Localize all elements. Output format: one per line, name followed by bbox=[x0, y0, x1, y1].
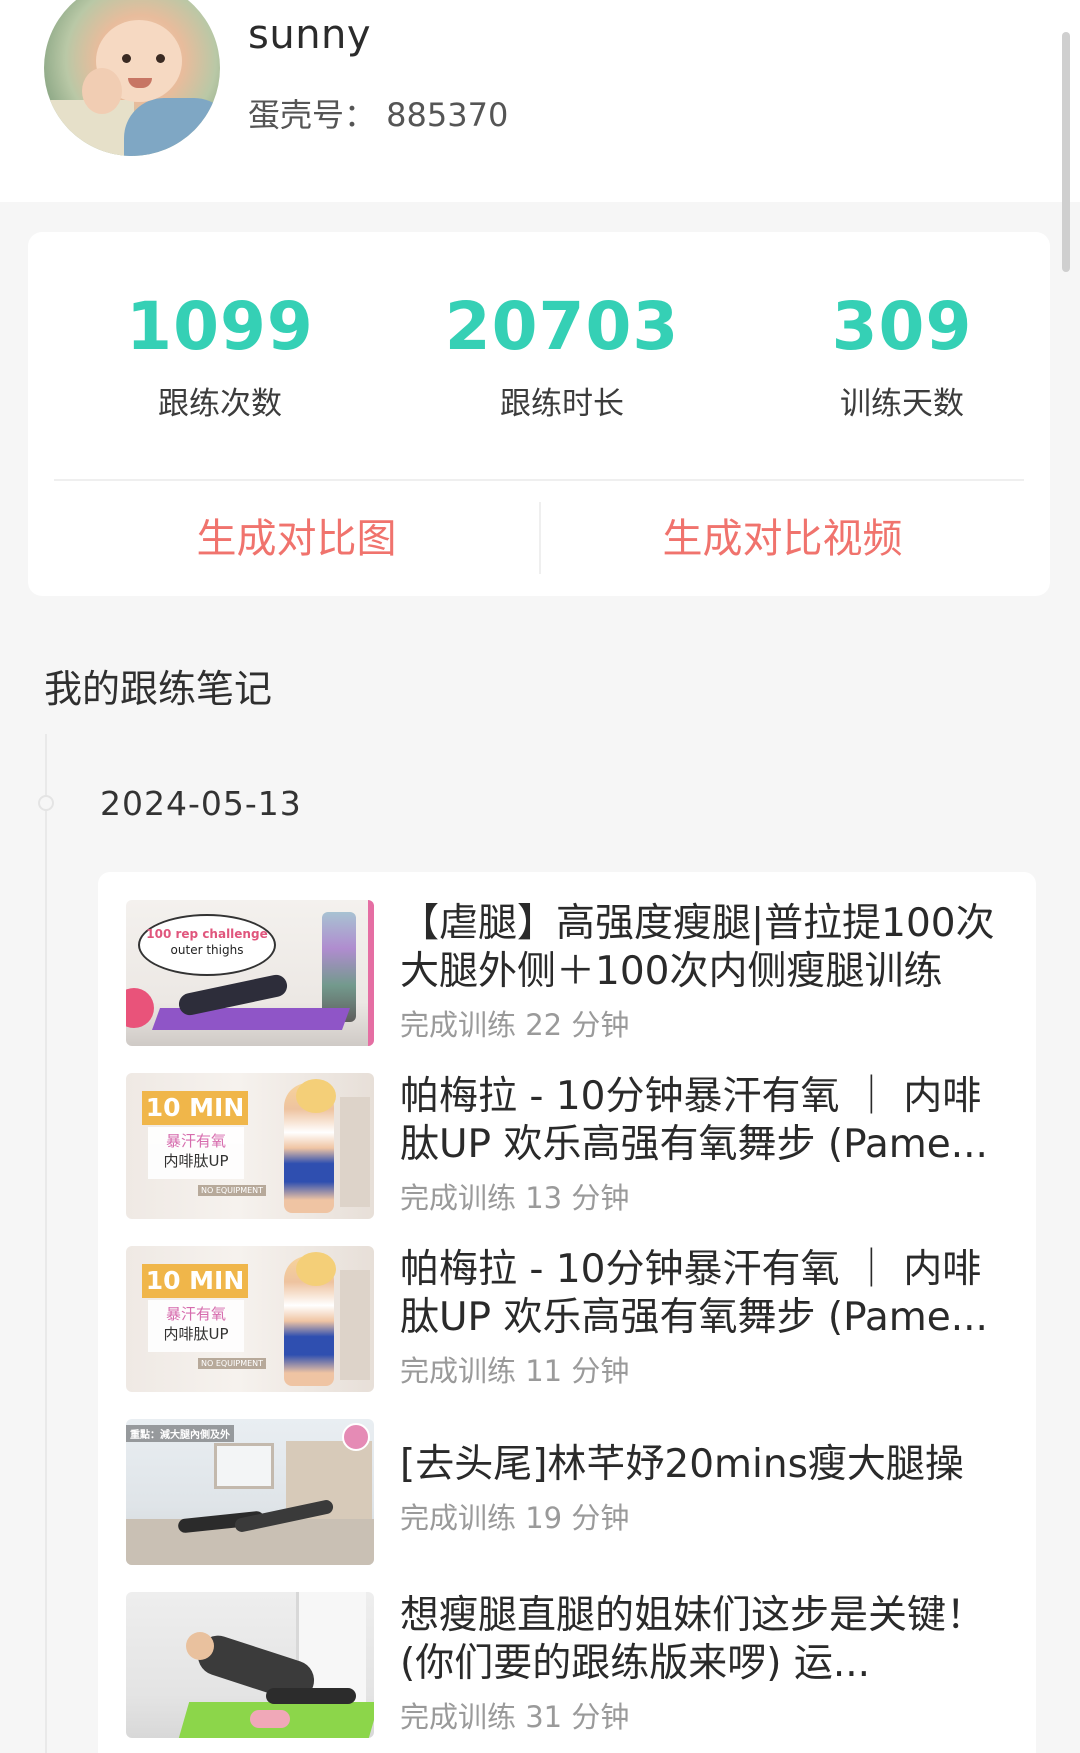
username: sunny bbox=[248, 12, 372, 58]
stat-value: 309 bbox=[831, 288, 973, 365]
stat-label: 训练天数 bbox=[840, 386, 964, 422]
note-duration: 完成训练 13 分钟 bbox=[400, 1181, 630, 1215]
video-thumbnail[interactable]: 10 MIN 暴汗有氧 内啡肽UP NO EQUIPMENT bbox=[126, 1073, 374, 1219]
section-title: 我的跟练笔记 bbox=[44, 667, 273, 711]
thumbnail-caption: NO EQUIPMENT bbox=[198, 1358, 267, 1369]
stats-card: 1099 跟练次数 20703 跟练时长 309 训练天数 生成对比图 生成对比… bbox=[28, 232, 1050, 596]
thumbnail-caption: NO EQUIPMENT bbox=[198, 1185, 267, 1196]
note-duration: 完成训练 22 分钟 bbox=[400, 1008, 630, 1042]
thumbnail-caption: 10 MIN bbox=[142, 1264, 248, 1298]
avatar[interactable] bbox=[44, 0, 220, 156]
thumbnail-caption: 10 MIN bbox=[142, 1091, 248, 1125]
egg-id: 蛋壳号： 885370 bbox=[248, 96, 509, 134]
thumbnail-caption: 暴汗有氧 内啡肽UP bbox=[148, 1127, 244, 1179]
stat-value: 1099 bbox=[126, 288, 314, 365]
timeline-line bbox=[45, 734, 47, 1753]
thumbnail-caption: 重點：減大腿內側及外 bbox=[126, 1425, 234, 1442]
stat-follow-count: 1099 跟练次数 bbox=[60, 288, 380, 423]
notes-card: 100 rep challenge outer thighs 【虐腿】高强度瘦腿… bbox=[98, 872, 1036, 1753]
list-item[interactable]: 10 MIN 暴汗有氧 内啡肽UP NO EQUIPMENT 帕梅拉 - 10分… bbox=[126, 1246, 1022, 1392]
list-item[interactable]: 重點：減大腿內側及外 [去头尾]林芊妤20mins瘦大腿操 完成训练 19 分钟 bbox=[126, 1419, 1022, 1565]
generate-compare-image-button[interactable]: 生成对比图 bbox=[54, 500, 539, 578]
list-item[interactable]: 想瘦腿直腿的姐妹们这步是关键！(你们要的跟练版来啰) 运... 完成训练 31 … bbox=[126, 1592, 1022, 1738]
note-title[interactable]: 帕梅拉 - 10分钟暴汗有氧 ｜ 内啡肽UP 欢乐高强有氧舞步 (Pame... bbox=[400, 1246, 1020, 1342]
video-thumbnail[interactable]: 10 MIN 暴汗有氧 内啡肽UP NO EQUIPMENT bbox=[126, 1246, 374, 1392]
video-thumbnail[interactable] bbox=[126, 1592, 374, 1738]
note-duration: 完成训练 19 分钟 bbox=[400, 1501, 630, 1535]
stat-follow-duration: 20703 跟练时长 bbox=[402, 288, 722, 423]
thumbnail-caption: 100 rep challenge outer thighs bbox=[138, 914, 276, 976]
stat-label: 跟练次数 bbox=[158, 386, 282, 422]
note-title[interactable]: 帕梅拉 - 10分钟暴汗有氧 ｜ 内啡肽UP 欢乐高强有氧舞步 (Pame... bbox=[400, 1073, 1020, 1169]
note-duration: 完成训练 11 分钟 bbox=[400, 1354, 630, 1388]
profile-header: sunny 蛋壳号： 885370 bbox=[0, 0, 1080, 202]
stat-training-days: 309 训练天数 bbox=[742, 288, 1062, 423]
video-thumbnail[interactable]: 重點：減大腿內側及外 bbox=[126, 1419, 374, 1565]
video-thumbnail[interactable]: 100 rep challenge outer thighs bbox=[126, 900, 374, 1046]
channel-logo-icon bbox=[342, 1423, 370, 1451]
stat-label: 跟练时长 bbox=[500, 386, 624, 422]
timeline-dot bbox=[38, 795, 54, 811]
generate-compare-video-button[interactable]: 生成对比视频 bbox=[541, 500, 1024, 578]
note-date: 2024-05-13 bbox=[100, 784, 302, 823]
divider bbox=[54, 479, 1024, 481]
stat-value: 20703 bbox=[444, 288, 680, 365]
list-item[interactable]: 100 rep challenge outer thighs 【虐腿】高强度瘦腿… bbox=[126, 900, 1022, 1046]
thumbnail-caption: 暴汗有氧 内啡肽UP bbox=[148, 1300, 244, 1352]
list-item[interactable]: 10 MIN 暴汗有氧 内啡肽UP NO EQUIPMENT 帕梅拉 - 10分… bbox=[126, 1073, 1022, 1219]
note-title[interactable]: 【虐腿】高强度瘦腿|普拉提100次大腿外侧＋100次内侧瘦腿训练 bbox=[400, 900, 1020, 996]
profile-page: sunny 蛋壳号： 885370 1099 跟练次数 20703 跟练时长 3… bbox=[0, 0, 1080, 1753]
scrollbar[interactable] bbox=[1062, 32, 1070, 272]
note-title[interactable]: [去头尾]林芊妤20mins瘦大腿操 bbox=[400, 1441, 1020, 1489]
note-title[interactable]: 想瘦腿直腿的姐妹们这步是关键！(你们要的跟练版来啰) 运... bbox=[400, 1592, 1020, 1688]
note-duration: 完成训练 31 分钟 bbox=[400, 1700, 630, 1734]
